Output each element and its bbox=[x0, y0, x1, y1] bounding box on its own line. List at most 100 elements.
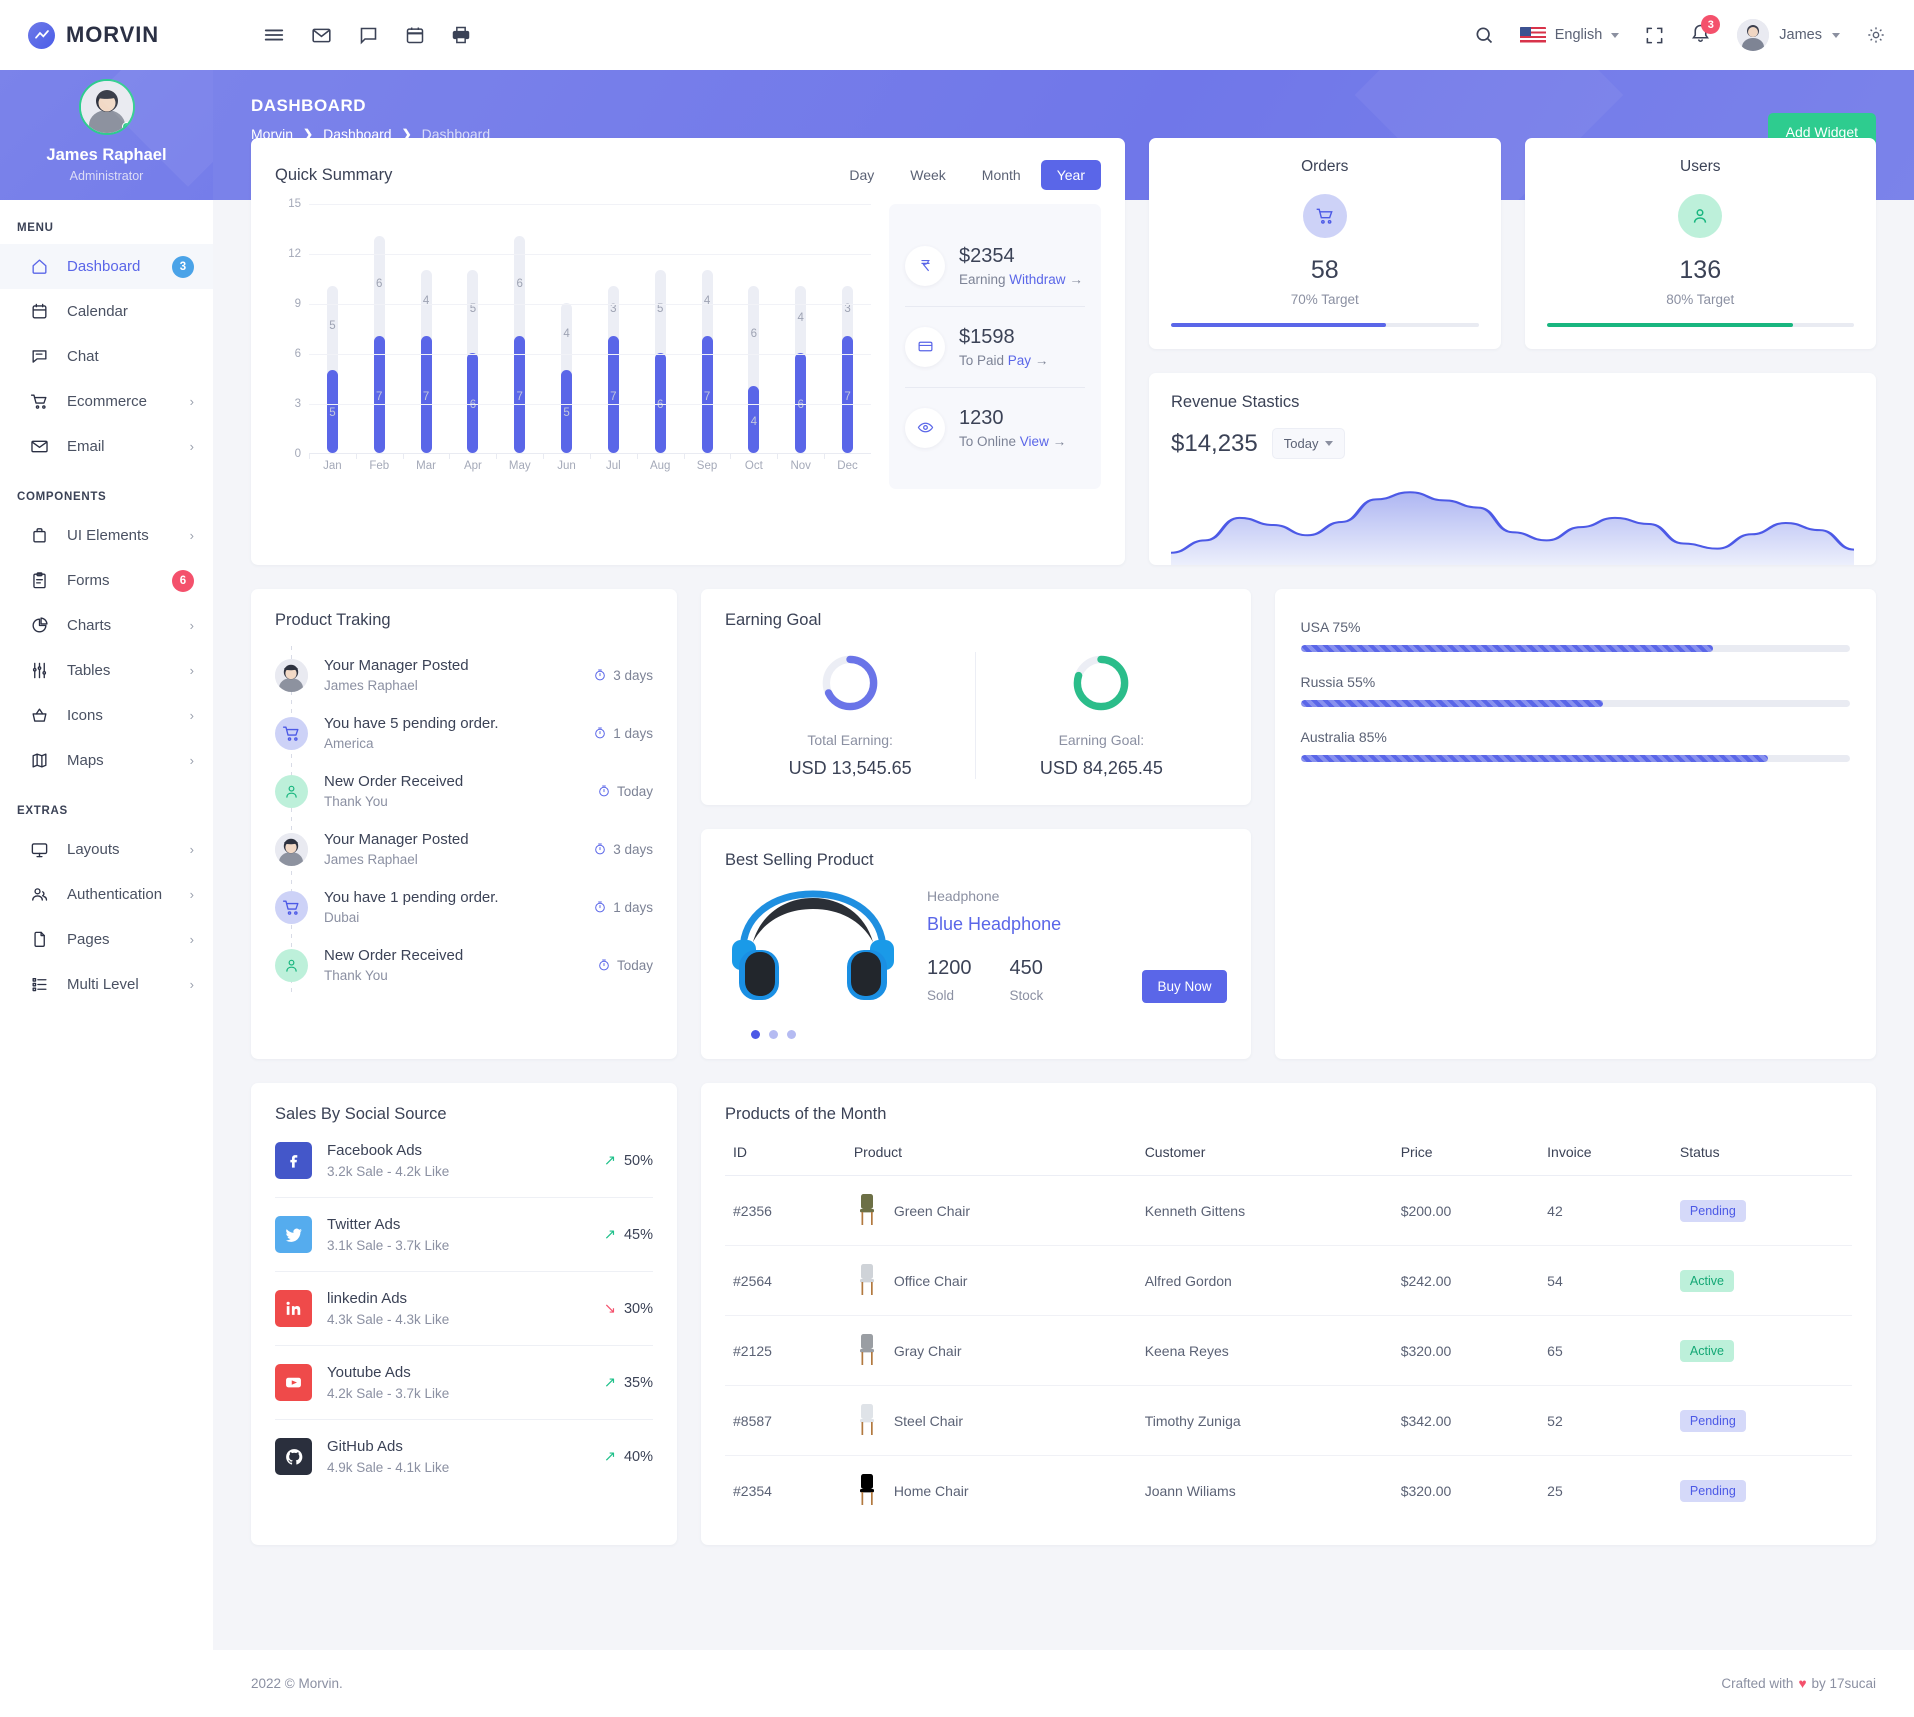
tab-year[interactable]: Year bbox=[1040, 160, 1101, 190]
bar-group[interactable]: 5 6 bbox=[637, 204, 684, 453]
sidebar-item-forms[interactable]: Forms 6 bbox=[0, 558, 213, 603]
user-name-label: James bbox=[1779, 27, 1822, 43]
eye-icon bbox=[905, 407, 945, 448]
grid-line bbox=[309, 354, 871, 355]
tracking-item[interactable]: New Order Received Thank You Today bbox=[275, 936, 653, 994]
user-menu[interactable]: James bbox=[1737, 19, 1840, 51]
middle-column: Earning Goal Total Earning: USD 13,545.6… bbox=[701, 589, 1251, 1059]
sidebar-item-pages[interactable]: Pages › bbox=[0, 917, 213, 962]
sidebar-item-authentication[interactable]: Authentication › bbox=[0, 872, 213, 917]
social-row[interactable]: GitHub Ads 4.9k Sale - 4.1k Like ↗ 40% bbox=[275, 1419, 653, 1493]
table-row[interactable]: #2564 Office Chair Alfred Gordon $242.00… bbox=[725, 1245, 1852, 1316]
chevron-down-icon bbox=[1325, 441, 1334, 446]
social-stats: 3.2k Sale - 4.2k Like bbox=[327, 1164, 450, 1179]
notifications-button[interactable]: 3 bbox=[1690, 15, 1721, 48]
sidebar-item-chat[interactable]: Chat bbox=[0, 334, 213, 379]
products-table-title: Products of the Month bbox=[725, 1105, 887, 1123]
summary-action-link[interactable]: Pay bbox=[1008, 353, 1031, 368]
fullscreen-icon[interactable] bbox=[1645, 26, 1664, 45]
cell-status: Active bbox=[1671, 1245, 1852, 1316]
sidebar: James Raphael Administrator MENU Dashboar… bbox=[0, 70, 213, 1717]
bar-group[interactable]: 4 6 bbox=[777, 204, 824, 453]
tab-day[interactable]: Day bbox=[833, 160, 890, 190]
carousel-dot[interactable] bbox=[787, 1030, 796, 1039]
social-row[interactable]: Twitter Ads 3.1k Sale - 3.7k Like ↗ 45% bbox=[275, 1197, 653, 1271]
bar-group[interactable]: 6 7 bbox=[356, 204, 403, 453]
brand-logo[interactable]: MORVIN bbox=[28, 21, 228, 49]
buy-now-button[interactable]: Buy Now bbox=[1142, 969, 1227, 1003]
bar-group[interactable]: 4 5 bbox=[543, 204, 590, 453]
language-selector[interactable]: English bbox=[1519, 26, 1620, 44]
product-tracking-card: Product Traking Your Manager Posted Jame… bbox=[251, 589, 677, 1059]
table-header-row: ID Product Customer Price Invoice Status bbox=[725, 1144, 1852, 1176]
gear-icon[interactable] bbox=[1866, 25, 1886, 45]
sidebar-item-dashboard[interactable]: Dashboard 3 bbox=[0, 244, 213, 289]
chevron-right-icon: › bbox=[189, 977, 194, 992]
sidebar-item-icons[interactable]: Icons › bbox=[0, 693, 213, 738]
trend-up-icon: ↗ bbox=[603, 1152, 616, 1169]
sidebar-item-email[interactable]: Email › bbox=[0, 424, 213, 469]
country-label: Russia 55% bbox=[1300, 674, 1376, 690]
bar-group[interactable]: 5 5 bbox=[309, 204, 356, 453]
sidebar-item-ecommerce[interactable]: Ecommerce › bbox=[0, 379, 213, 424]
table-row[interactable]: #2356 Green Chair Kenneth Gittens $200.0… bbox=[725, 1175, 1852, 1246]
timer-icon bbox=[597, 784, 611, 798]
bar-fill: 6 bbox=[654, 353, 666, 453]
table-column-header: Product bbox=[845, 1144, 1137, 1176]
home-icon bbox=[30, 257, 52, 276]
table-row[interactable]: #2125 Gray Chair Keena Reyes $320.00 65 … bbox=[725, 1315, 1852, 1386]
tab-week[interactable]: Week bbox=[894, 160, 962, 190]
sidebar-item-tables[interactable]: Tables › bbox=[0, 648, 213, 693]
status-badge: Pending bbox=[1679, 1479, 1746, 1502]
table-row[interactable]: #8587 Steel Chair Timothy Zuniga $342.00… bbox=[725, 1385, 1852, 1456]
bar-group[interactable]: 6 7 bbox=[496, 204, 543, 453]
calendar-icon[interactable] bbox=[405, 25, 425, 45]
bar-label-remaining: 4 bbox=[703, 295, 711, 307]
bar-label-filled: 5 bbox=[329, 407, 336, 420]
bar-group[interactable]: 3 7 bbox=[590, 204, 637, 453]
summary-label: To Paid Pay → bbox=[959, 353, 1048, 368]
product-name[interactable]: Blue Headphone bbox=[927, 914, 1227, 935]
tracking-time: 1 days bbox=[593, 726, 653, 741]
tracking-item[interactable]: Your Manager Posted James Raphael 3 days bbox=[275, 820, 653, 878]
tracking-item[interactable]: New Order Received Thank You Today bbox=[275, 762, 653, 820]
summary-action-link[interactable]: View bbox=[1020, 434, 1049, 449]
summary-action-link[interactable]: Withdraw bbox=[1009, 272, 1065, 287]
bar-group[interactable]: 4 7 bbox=[684, 204, 731, 453]
mail-icon[interactable] bbox=[311, 25, 332, 46]
sidebar-item-multi-level[interactable]: Multi Level › bbox=[0, 962, 213, 1007]
hamburger-icon[interactable] bbox=[263, 24, 285, 46]
social-row[interactable]: Facebook Ads 3.2k Sale - 4.2k Like ↗ 50% bbox=[275, 1124, 653, 1197]
chat-icon[interactable] bbox=[358, 25, 379, 46]
bar-group[interactable]: 4 7 bbox=[403, 204, 450, 453]
products-table: ID Product Customer Price Invoice Status #235… bbox=[725, 1144, 1852, 1525]
cell-invoice: 52 bbox=[1539, 1385, 1672, 1456]
revenue-period-select[interactable]: Today bbox=[1271, 428, 1346, 459]
carousel-dots[interactable] bbox=[751, 1030, 1227, 1039]
sidebar-item-charts[interactable]: Charts › bbox=[0, 603, 213, 648]
best-selling-body: Headphone Blue Headphone 1200 Sold 450 S… bbox=[725, 880, 1227, 1010]
carousel-dot[interactable] bbox=[751, 1030, 760, 1039]
sidebar-item-layouts[interactable]: Layouts › bbox=[0, 827, 213, 872]
tracking-item[interactable]: You have 1 pending order. Dubai 1 days bbox=[275, 878, 653, 936]
footer-credit-post: by 17sucai bbox=[1811, 1676, 1876, 1691]
social-row[interactable]: linkedin Ads 4.3k Sale - 4.3k Like ↘ 30% bbox=[275, 1271, 653, 1345]
print-icon[interactable] bbox=[451, 25, 471, 45]
tab-month[interactable]: Month bbox=[966, 160, 1037, 190]
stock-stat: 450 Stock bbox=[1010, 957, 1044, 1003]
bar-group[interactable]: 5 6 bbox=[449, 204, 496, 453]
sidebar-item-calendar[interactable]: Calendar bbox=[0, 289, 213, 334]
social-row[interactable]: Youtube Ads 4.2k Sale - 3.7k Like ↗ 35% bbox=[275, 1345, 653, 1419]
bar-fill: 6 bbox=[467, 353, 479, 453]
bar-group[interactable]: 6 4 bbox=[730, 204, 777, 453]
cell-price: $200.00 bbox=[1392, 1175, 1540, 1246]
tracking-item[interactable]: Your Manager Posted James Raphael 3 days bbox=[275, 646, 653, 704]
search-icon[interactable] bbox=[1474, 25, 1494, 45]
carousel-dot[interactable] bbox=[769, 1030, 778, 1039]
bar-group[interactable]: 3 7 bbox=[824, 204, 871, 453]
sidebar-item-maps[interactable]: Maps › bbox=[0, 738, 213, 783]
table-row[interactable]: #2354 Home Chair Joann Wiliams $320.00 2… bbox=[725, 1456, 1852, 1526]
sidebar-item-ui-elements[interactable]: UI Elements › bbox=[0, 513, 213, 558]
summary-row: 1230 To Online View → bbox=[905, 386, 1085, 468]
tracking-item[interactable]: You have 5 pending order. America 1 days bbox=[275, 704, 653, 762]
